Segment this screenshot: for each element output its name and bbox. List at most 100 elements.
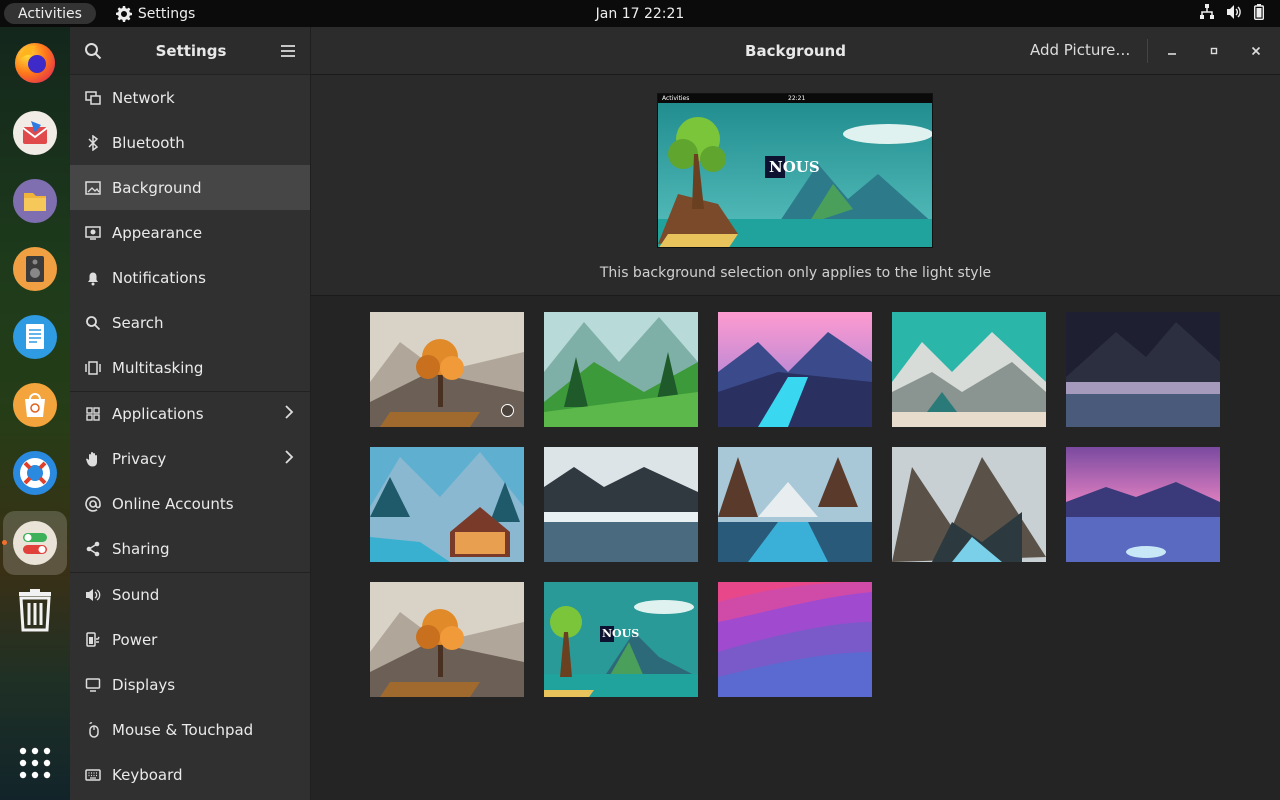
preview-logo-text: NOUS (769, 158, 820, 176)
clock[interactable]: Jan 17 22:21 (596, 6, 685, 22)
wallpaper-thumbnail[interactable] (370, 447, 524, 562)
show-apps-icon[interactable] (11, 739, 59, 787)
top-bar: Activities Settings Jan 17 22:21 (0, 0, 1280, 27)
sidebar-item-online-accounts[interactable]: Online Accounts (70, 481, 310, 526)
preview-area: Activities 22:21 NOUS This background se… (311, 75, 1280, 296)
wallpaper-thumbnail[interactable] (1066, 447, 1220, 562)
gear-icon (115, 5, 132, 22)
sidebar-item-label: Sharing (112, 539, 170, 558)
settings-sidebar: Settings Network Bluetooth Background Ap… (70, 27, 311, 800)
close-icon (1251, 46, 1261, 56)
bell-icon (84, 269, 102, 287)
sidebar-item-applications[interactable]: Applications (70, 391, 310, 436)
sidebar-item-keyboard[interactable]: Keyboard (70, 752, 310, 797)
running-indicator (2, 540, 7, 545)
power-plug-icon (84, 631, 102, 649)
sidebar-item-label: Displays (112, 675, 176, 694)
activities-button[interactable]: Activities (4, 3, 96, 24)
wallpaper-thumbnail[interactable] (370, 312, 524, 427)
add-picture-button[interactable]: Add Picture… (1030, 41, 1130, 59)
wallpaper-thumbnail[interactable] (544, 312, 698, 427)
maximize-icon (1210, 47, 1218, 55)
mail-icon[interactable] (11, 109, 59, 157)
sidebar-item-mouse-touchpad[interactable]: Mouse & Touchpad (70, 707, 310, 752)
dock (0, 27, 70, 800)
settings-app-icon[interactable] (3, 511, 67, 575)
sidebar-item-notifications[interactable]: Notifications (70, 255, 310, 300)
sidebar-item-label: Keyboard (112, 765, 183, 784)
rhythmbox-icon[interactable] (11, 245, 59, 293)
system-tray[interactable] (1200, 4, 1264, 20)
sidebar-header: Settings (70, 27, 310, 75)
sidebar-item-search[interactable]: Search (70, 300, 310, 345)
applications-icon (84, 405, 102, 423)
sidebar-item-label: Notifications (112, 268, 206, 287)
sidebar-item-sharing[interactable]: Sharing (70, 526, 310, 571)
wallpaper-thumbnail[interactable] (544, 447, 698, 562)
selected-check-icon (501, 404, 514, 417)
mouse-icon (84, 721, 102, 739)
sidebar-item-appearance[interactable]: Appearance (70, 210, 310, 255)
app-center-icon[interactable] (11, 381, 59, 429)
page-title: Background (745, 41, 846, 60)
at-sign-icon (84, 495, 102, 513)
preview-activities-label: Activities (662, 95, 690, 102)
sidebar-item-multitasking[interactable]: Multitasking (70, 345, 310, 390)
sidebar-item-label: Applications (112, 404, 204, 423)
bluetooth-icon (84, 134, 102, 152)
sidebar-title: Settings (155, 41, 227, 60)
firefox-icon[interactable] (11, 38, 59, 86)
wallpaper-thumbnail[interactable] (718, 447, 872, 562)
network-wired-icon (1200, 4, 1214, 19)
network-icon (84, 89, 102, 107)
sidebar-item-label: Appearance (112, 223, 203, 242)
wallpaper-thumbnail[interactable] (718, 582, 872, 697)
wallpaper-thumbnail[interactable]: NOUS (544, 582, 698, 697)
close-button[interactable] (1244, 39, 1268, 63)
sidebar-item-label: Multitasking (112, 358, 204, 377)
monitor-icon (84, 676, 102, 694)
help-icon[interactable] (11, 449, 59, 497)
sidebar-item-label: Mouse & Touchpad (112, 720, 254, 739)
background-panel: Background Add Picture… Activities 22:21… (311, 27, 1280, 800)
trash-icon[interactable] (11, 586, 59, 634)
files-icon[interactable] (11, 177, 59, 225)
wallpaper-thumbnail[interactable] (892, 447, 1046, 562)
sidebar-item-privacy[interactable]: Privacy (70, 436, 310, 481)
app-menu[interactable]: Settings (115, 5, 195, 22)
background-icon (84, 179, 102, 197)
hamburger-menu-icon[interactable] (280, 44, 296, 58)
preview-caption: This background selection only applies t… (599, 265, 992, 281)
hand-icon (84, 450, 102, 468)
sidebar-item-label: Search (112, 313, 164, 332)
maximize-button[interactable] (1202, 39, 1226, 63)
chevron-right-icon (285, 405, 294, 419)
writer-icon[interactable] (11, 313, 59, 361)
sidebar-item-displays[interactable]: Displays (70, 662, 310, 707)
multitasking-icon (84, 359, 102, 377)
wallpaper-thumbnail[interactable] (370, 582, 524, 697)
wallpaper-thumbnail[interactable] (1066, 312, 1220, 427)
volume-icon (1227, 5, 1241, 19)
sidebar-item-label: Privacy (112, 449, 167, 468)
header-separator (1147, 39, 1148, 63)
sidebar-item-sound[interactable]: Sound (70, 572, 310, 617)
share-icon (84, 540, 102, 558)
sidebar-item-label: Sound (112, 585, 160, 604)
wallpaper-thumbnail[interactable] (892, 312, 1046, 427)
search-icon[interactable] (84, 42, 102, 60)
sidebar-item-power[interactable]: Power (70, 617, 310, 662)
search-icon (84, 314, 102, 332)
sidebar-item-bluetooth[interactable]: Bluetooth (70, 120, 310, 165)
sidebar-item-label: Network (112, 88, 175, 107)
sidebar-item-network[interactable]: Network (70, 75, 310, 120)
sidebar-item-background[interactable]: Background (70, 165, 310, 210)
minimize-icon (1168, 53, 1176, 55)
sidebar-item-label: Online Accounts (112, 494, 234, 513)
activities-label: Activities (18, 5, 82, 22)
battery-icon (1254, 4, 1264, 20)
sidebar-item-label: Power (112, 630, 158, 649)
appearance-icon (84, 224, 102, 242)
wallpaper-thumbnail[interactable] (718, 312, 872, 427)
minimize-button[interactable] (1160, 39, 1184, 63)
